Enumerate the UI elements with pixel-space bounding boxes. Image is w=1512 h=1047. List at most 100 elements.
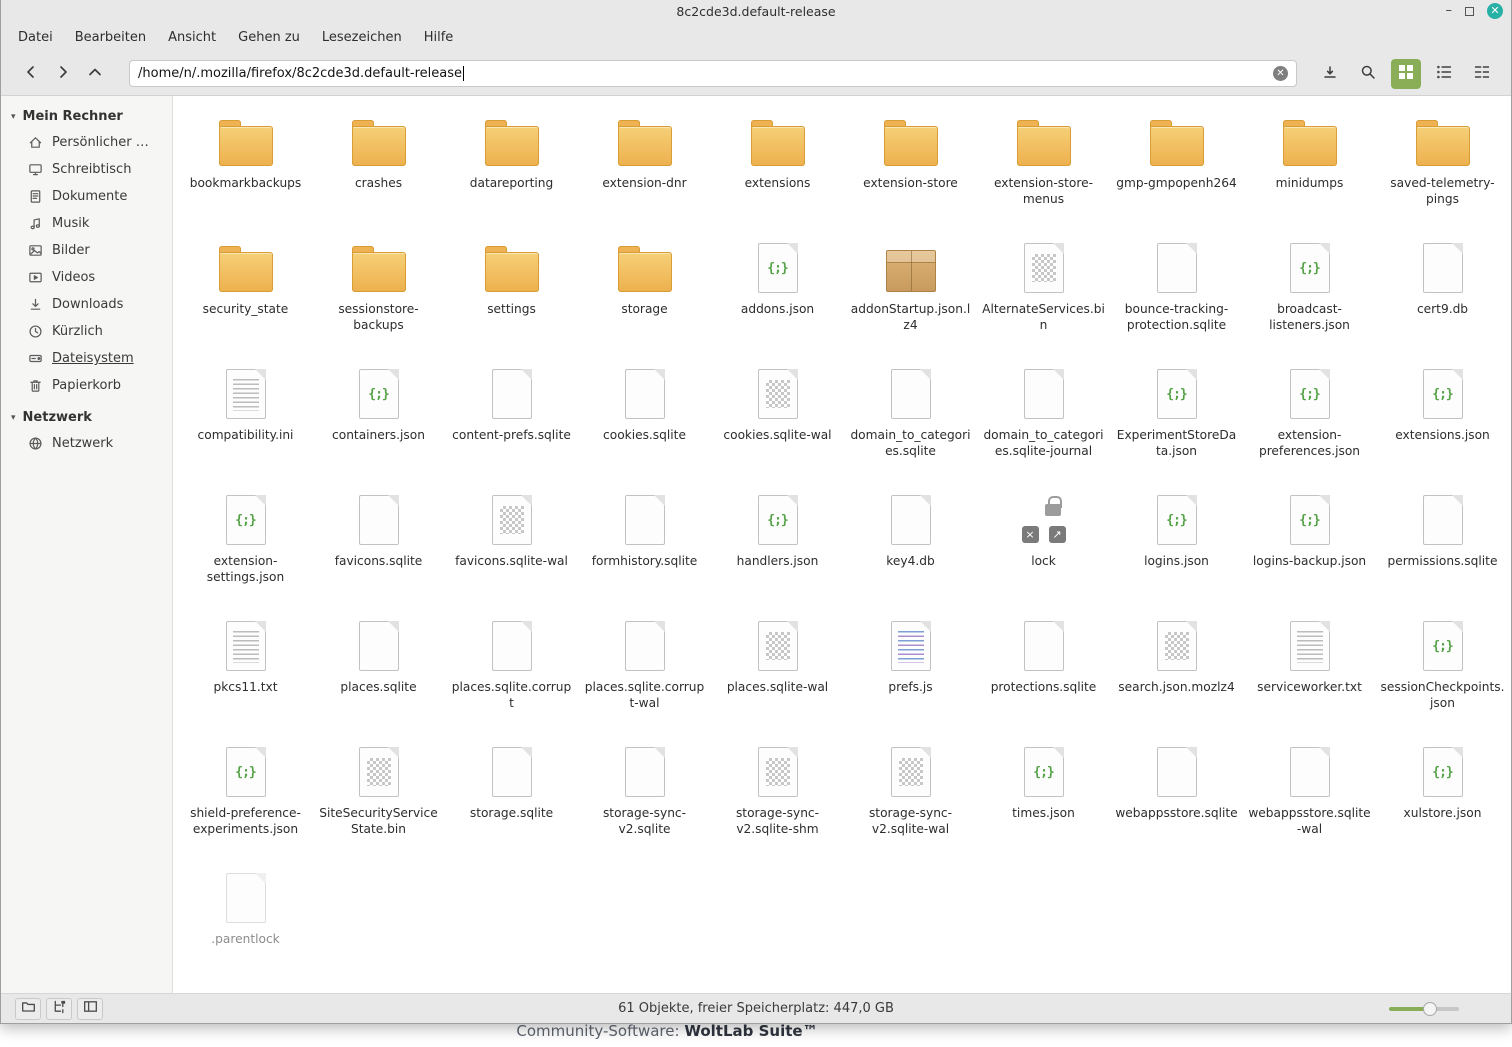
show-places-button[interactable]	[15, 998, 41, 1020]
zoom-thumb[interactable]	[1423, 1002, 1437, 1016]
sidebar-item-schreibtisch[interactable]: Schreibtisch	[1, 156, 172, 183]
sidebar-item-musik[interactable]: Musik	[1, 210, 172, 237]
file-item[interactable]: crashes	[313, 108, 444, 234]
file-item[interactable]: protections.sqlite	[978, 612, 1109, 738]
sidebar-item-dokumente[interactable]: Dokumente	[1, 183, 172, 210]
sidebar-section-netzwerk[interactable]: ▾Netzwerk	[1, 405, 172, 430]
file-item[interactable]: AlternateServices.bin	[978, 234, 1109, 360]
file-item[interactable]: key4.db	[845, 486, 976, 612]
file-item[interactable]: permissions.sqlite	[1377, 486, 1508, 612]
sidebar-item-videos[interactable]: Videos	[1, 264, 172, 291]
maximize-button[interactable]	[1465, 7, 1474, 16]
file-item[interactable]: gmp-gmpopenh264	[1111, 108, 1242, 234]
file-item[interactable]: places.sqlite.corrupt-wal	[579, 612, 710, 738]
titlebar[interactable]: 8c2cde3d.default-release – ✕	[1, 0, 1511, 22]
file-item[interactable]: {;}handlers.json	[712, 486, 843, 612]
file-item[interactable]: {;}logins-backup.json	[1244, 486, 1375, 612]
forward-button[interactable]	[47, 59, 79, 89]
file-item[interactable]: favicons.sqlite-wal	[446, 486, 577, 612]
file-item[interactable]: extension-store	[845, 108, 976, 234]
file-item[interactable]: storage.sqlite	[446, 738, 577, 864]
file-item[interactable]: {;}shield-preference-experiments.json	[180, 738, 311, 864]
file-item[interactable]: storage-sync-v2.sqlite-shm	[712, 738, 843, 864]
file-item[interactable]: {;}logins.json	[1111, 486, 1242, 612]
file-item[interactable]: bookmarkbackups	[180, 108, 311, 234]
sidebar-item-papierkorb[interactable]: Papierkorb	[1, 372, 172, 399]
menu-gehen-zu[interactable]: Gehen zu	[227, 26, 311, 49]
file-item[interactable]: addonStartup.json.lz4	[845, 234, 976, 360]
menu-hilfe[interactable]: Hilfe	[413, 26, 465, 49]
file-item[interactable]: minidumps	[1244, 108, 1375, 234]
sidebar-section-mein-rechner[interactable]: ▾Mein Rechner	[1, 104, 172, 129]
search-button[interactable]	[1353, 59, 1383, 89]
sidebar-item-k-rzlich[interactable]: Kürzlich	[1, 318, 172, 345]
file-item[interactable]: storage-sync-v2.sqlite-wal	[845, 738, 976, 864]
sidebar-item-netzwerk[interactable]: Netzwerk	[1, 430, 172, 457]
file-item[interactable]: search.json.mozlz4	[1111, 612, 1242, 738]
file-item[interactable]: {;}ExperimentStoreData.json	[1111, 360, 1242, 486]
menu-datei[interactable]: Datei	[7, 26, 64, 49]
close-button[interactable]: ✕	[1487, 3, 1503, 19]
location-bar[interactable]: /home/n/.mozilla/firefox/8c2cde3d.defaul…	[129, 60, 1297, 87]
sidebar-item-dateisystem[interactable]: Dateisystem	[1, 345, 172, 372]
file-item[interactable]: {;}addons.json	[712, 234, 843, 360]
file-item[interactable]: places.sqlite	[313, 612, 444, 738]
toggle-location-entry-button[interactable]	[1315, 59, 1345, 89]
file-item[interactable]: {;}containers.json	[313, 360, 444, 486]
file-item[interactable]: {;}broadcast-listeners.json	[1244, 234, 1375, 360]
file-item[interactable]: security_state	[180, 234, 311, 360]
file-item[interactable]: extension-store-menus	[978, 108, 1109, 234]
expander-triangle-icon[interactable]: ▾	[11, 413, 16, 423]
menu-lesezeichen[interactable]: Lesezeichen	[311, 26, 413, 49]
clear-location-icon[interactable]: ✕	[1273, 66, 1288, 81]
up-button[interactable]	[79, 59, 111, 89]
file-item[interactable]: {;}extension-settings.json	[180, 486, 311, 612]
file-item[interactable]: SiteSecurityServiceState.bin	[313, 738, 444, 864]
compact-view-button[interactable]	[1467, 59, 1497, 89]
file-item[interactable]: {;}sessionCheckpoints.json	[1377, 612, 1508, 738]
file-item[interactable]: pkcs11.txt	[180, 612, 311, 738]
file-item[interactable]: serviceworker.txt	[1244, 612, 1375, 738]
file-item[interactable]: storage-sync-v2.sqlite	[579, 738, 710, 864]
file-item[interactable]: content-prefs.sqlite	[446, 360, 577, 486]
sidebar-item-pers-nlicher[interactable]: Persönlicher …	[1, 129, 172, 156]
file-item[interactable]: places.sqlite-wal	[712, 612, 843, 738]
file-item[interactable]: settings	[446, 234, 577, 360]
file-item[interactable]: {;}extension-preferences.json	[1244, 360, 1375, 486]
menu-bearbeiten[interactable]: Bearbeiten	[64, 26, 157, 49]
menu-ansicht[interactable]: Ansicht	[157, 26, 227, 49]
file-item[interactable]: ×↗lock	[978, 486, 1109, 612]
minimize-button[interactable]: –	[1446, 6, 1453, 16]
file-item[interactable]: cookies.sqlite-wal	[712, 360, 843, 486]
file-item[interactable]: prefs.js	[845, 612, 976, 738]
file-item[interactable]: bounce-tracking-protection.sqlite	[1111, 234, 1242, 360]
zoom-track[interactable]	[1389, 1007, 1459, 1011]
file-item[interactable]: webappsstore.sqlite	[1111, 738, 1242, 864]
file-item[interactable]: favicons.sqlite	[313, 486, 444, 612]
file-grid[interactable]: bookmarkbackupscrashesdatareportingexten…	[173, 96, 1511, 993]
toggle-sidebar-button[interactable]	[77, 998, 103, 1020]
file-item[interactable]: cert9.db	[1377, 234, 1508, 360]
file-item[interactable]: cookies.sqlite	[579, 360, 710, 486]
file-item[interactable]: domain_to_categories.sqlite-journal	[978, 360, 1109, 486]
list-view-button[interactable]	[1429, 59, 1459, 89]
icon-view-button[interactable]	[1391, 59, 1421, 89]
file-item[interactable]: sessionstore-backups	[313, 234, 444, 360]
back-button[interactable]	[15, 59, 47, 89]
file-item[interactable]: storage	[579, 234, 710, 360]
file-item[interactable]: extension-dnr	[579, 108, 710, 234]
sidebar-item-bilder[interactable]: Bilder	[1, 237, 172, 264]
file-item[interactable]: saved-telemetry-pings	[1377, 108, 1508, 234]
file-item[interactable]: {;}xulstore.json	[1377, 738, 1508, 864]
file-item[interactable]: datareporting	[446, 108, 577, 234]
sidebar-item-downloads[interactable]: Downloads	[1, 291, 172, 318]
file-item[interactable]: .parentlock	[180, 864, 311, 990]
file-item[interactable]: places.sqlite.corrupt	[446, 612, 577, 738]
show-treeview-button[interactable]	[46, 998, 72, 1020]
file-item[interactable]: {;}extensions.json	[1377, 360, 1508, 486]
file-item[interactable]: {;}times.json	[978, 738, 1109, 864]
zoom-slider[interactable]	[1389, 1007, 1459, 1011]
expander-triangle-icon[interactable]: ▾	[11, 112, 16, 122]
file-item[interactable]: extensions	[712, 108, 843, 234]
file-item[interactable]: webappsstore.sqlite-wal	[1244, 738, 1375, 864]
